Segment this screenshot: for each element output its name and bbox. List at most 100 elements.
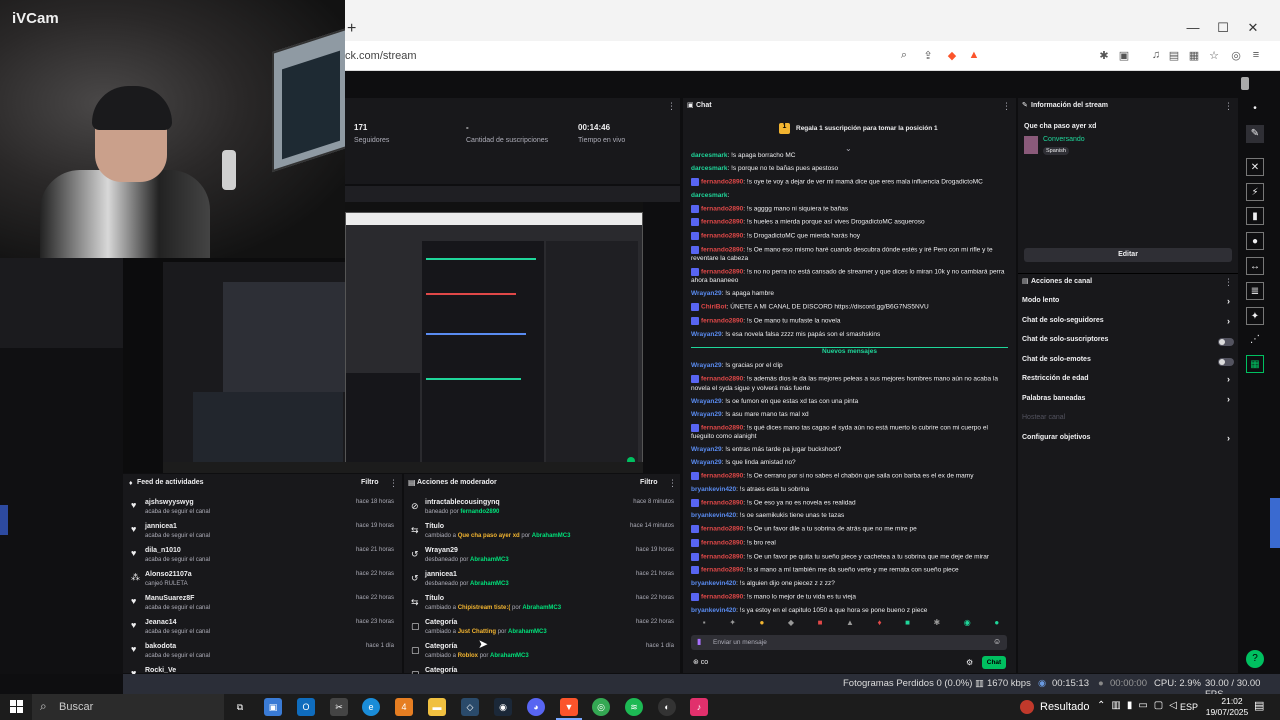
activity-item[interactable]: ♥ jannicea1 acaba de seguir el canal hace 1… [123,520,402,544]
bolt-icon[interactable]: ⚡ [1246,183,1264,201]
steam-icon[interactable]: ◉ [494,698,512,716]
emote-icon-7[interactable]: ♦ [877,618,881,632]
tiktok-icon[interactable]: ♪ [690,698,708,716]
outlook-icon[interactable]: O [297,698,315,716]
mod-action-item[interactable]: ↺ Wrayan29 desbaneado por AbrahamMC3 hace 1… [404,544,680,568]
chat-send-button[interactable]: Chat [982,656,1006,669]
media-icon[interactable]: ♫ [1149,49,1163,63]
chat-username[interactable]: bryankevin420 [691,512,736,519]
activity-filter-button[interactable]: Filtro [361,479,379,486]
minimize-button[interactable]: — [1178,20,1208,38]
chat-message[interactable]: darcesmark: !s apaga borracho MC [683,152,1016,161]
edit-button[interactable]: Editar [1024,248,1232,262]
chat-username[interactable]: fernando2890 [701,526,743,533]
menu-icon[interactable]: ≡ [1249,49,1263,63]
notifications-icon[interactable]: ▤ [1254,699,1264,712]
emote-icon-11[interactable]: ● [994,618,999,632]
chat-username[interactable]: fernando2890 [701,567,743,574]
chat-username[interactable]: fernando2890 [701,179,743,186]
chevron-right-icon[interactable]: › [1227,394,1230,404]
chat-username[interactable]: Wrayan29 [691,331,722,338]
chat-username[interactable]: fernando2890 [701,219,743,226]
mod-filter-button[interactable]: Filtro [640,479,658,486]
chat-message[interactable]: fernando2890: !s hueles a mierda porque … [683,218,1016,227]
activity-item[interactable]: ♥ dila_n1010 acaba de seguir el canal hace … [123,544,402,568]
clipboard-icon[interactable]: ▮ [1246,207,1264,225]
chat-message[interactable]: fernando2890: !s no no perra no está can… [683,267,1016,286]
emote-icon-10[interactable]: ◉ [964,618,971,632]
chat-message[interactable]: Wrayan29: !s oe fumon en que estas xd ta… [683,398,1016,407]
list-icon[interactable]: ≣ [1246,282,1264,300]
mod-action-item[interactable]: ⇆ Título cambiado a Que cha paso ayer xd p… [404,520,680,544]
calendar-icon[interactable]: ▦ [1246,355,1264,373]
weather-text[interactable]: Resultado [1040,701,1090,713]
chat-username[interactable]: fernando2890 [701,376,743,383]
chat-message[interactable]: darcesmark: [683,192,1016,201]
chat-message[interactable]: fernando2890: !s bro real [683,539,1016,548]
chevron-right-icon[interactable]: › [1227,296,1230,306]
share-rail-icon[interactable]: ⋰ [1246,331,1264,349]
chat-username[interactable]: Wrayan29 [691,290,722,297]
channel-action-item[interactable]: Chat de solo-seguidores › [1022,316,1234,331]
profile-icon[interactable] [1241,77,1249,90]
wallet-icon[interactable]: ▣ [1117,49,1131,63]
chat-username[interactable]: darcesmark [691,165,728,172]
dot-icon[interactable]: • [1246,100,1264,118]
channel-action-item[interactable]: Chat de solo-suscriptores [1022,336,1234,350]
chat-username[interactable]: darcesmark [691,152,728,159]
chat-message[interactable]: ChiriBot: ÚNETE A MI CANAL DE DISCORD ht… [683,303,1016,312]
chat-username[interactable]: fernando2890 [701,473,743,480]
clock-date[interactable]: 19/07/2025 [1202,707,1252,717]
task-view-icon[interactable]: ⧉ [231,698,249,716]
chat-message[interactable]: fernando2890: !s DrogadictoMC que mierda… [683,231,1016,241]
mod-action-item[interactable]: ▢ Categoría cambiado a Just Chatting por A… [404,616,680,640]
chat-message[interactable]: Wrayan29: !s esa novela falsa zzzz mis p… [683,331,1016,340]
chat-username[interactable]: fernando2890 [701,205,743,212]
channel-action-item[interactable]: Configurar objetivos › [1022,433,1234,448]
edit-icon[interactable]: ✎ [1246,125,1264,143]
chat-message[interactable]: fernando2890: !s oye te voy a dejar de v… [683,177,1016,187]
chevron-right-icon[interactable]: › [1227,433,1230,443]
spotify-icon[interactable]: ≋ [625,698,643,716]
activity-item[interactable]: ⁂ Alonso21107a canjeó RULETA hace 22 horas [123,568,402,592]
chat-bubble-icon[interactable]: ● [1246,232,1264,250]
chat-message[interactable]: Wrayan29: !s que linda amistad no? [683,459,1016,468]
chat-username[interactable]: darcesmark [691,192,728,199]
edge-icon[interactable]: e [362,698,380,716]
mod-action-item[interactable]: ⊘ intractablecousingynq baneado por fernan… [404,496,680,520]
vpn-icon[interactable]: ◎ [1229,49,1243,63]
chat-username[interactable]: Wrayan29 [691,459,722,466]
chat-username[interactable]: fernando2890 [701,269,743,276]
mod-action-item[interactable]: ↺ jannicea1 desbaneado por AbrahamMC3 hace … [404,568,680,592]
chat-message[interactable]: Wrayan29: !s entras más tarde pa jugar b… [683,446,1016,455]
chat-message[interactable]: Wrayan29: !s gracias por el clip [683,362,1016,371]
chat-message[interactable]: bryankevin420: !s alguien dijo one piece… [683,580,1016,589]
toggle-switch[interactable] [1218,338,1234,346]
channel-action-item[interactable]: Restricción de edad › [1022,374,1234,389]
chat-username[interactable]: Wrayan29 [691,446,722,453]
obs-icon[interactable]: ◐ [658,698,676,716]
channel-action-item[interactable]: Modo lento › [1022,296,1234,311]
chat-message[interactable]: fernando2890: !s agggg mano ni siquiera … [683,204,1016,214]
emote-icon-5[interactable]: ■ [818,618,823,632]
help-icon[interactable]: ? [1246,650,1264,668]
toggle-switch[interactable] [1218,357,1234,366]
chat-message[interactable]: bryankevin420: !s ya estoy en el capitul… [683,607,1016,616]
chat-message[interactable]: fernando2890: !s Oe cerrano por si no sa… [683,472,1016,481]
chrome-icon[interactable]: ◎ [592,698,610,716]
emote-icon-6[interactable]: ▲ [846,618,854,632]
category-name[interactable]: Conversando [1043,136,1085,143]
emote-icon-3[interactable]: ● [759,618,764,632]
file-explorer-icon[interactable]: ▬ [428,698,446,716]
channel-action-item[interactable]: Palabras baneadas › [1022,394,1234,409]
tray-icons[interactable]: ⌃▥▮▭▢◁ [1097,700,1183,711]
mod-more-icon[interactable]: ⋮ [668,478,677,489]
emote-icon-1[interactable]: ▪ [703,618,706,632]
chat-more-icon[interactable]: ⋮ [1002,101,1011,112]
capcut-icon[interactable]: ✂ [330,698,348,716]
chat-input[interactable]: ▮ Enviar un mensaje ☺ [691,635,1007,650]
chat-username[interactable]: fernando2890 [701,425,743,432]
chat-message[interactable]: Wrayan29: !s asu mare mano tas mal xd [683,411,1016,420]
activity-item[interactable]: ♥ ManuSuarez8F acaba de seguir el canal hac… [123,592,402,616]
raid-icon[interactable]: ✕ [1246,158,1264,176]
